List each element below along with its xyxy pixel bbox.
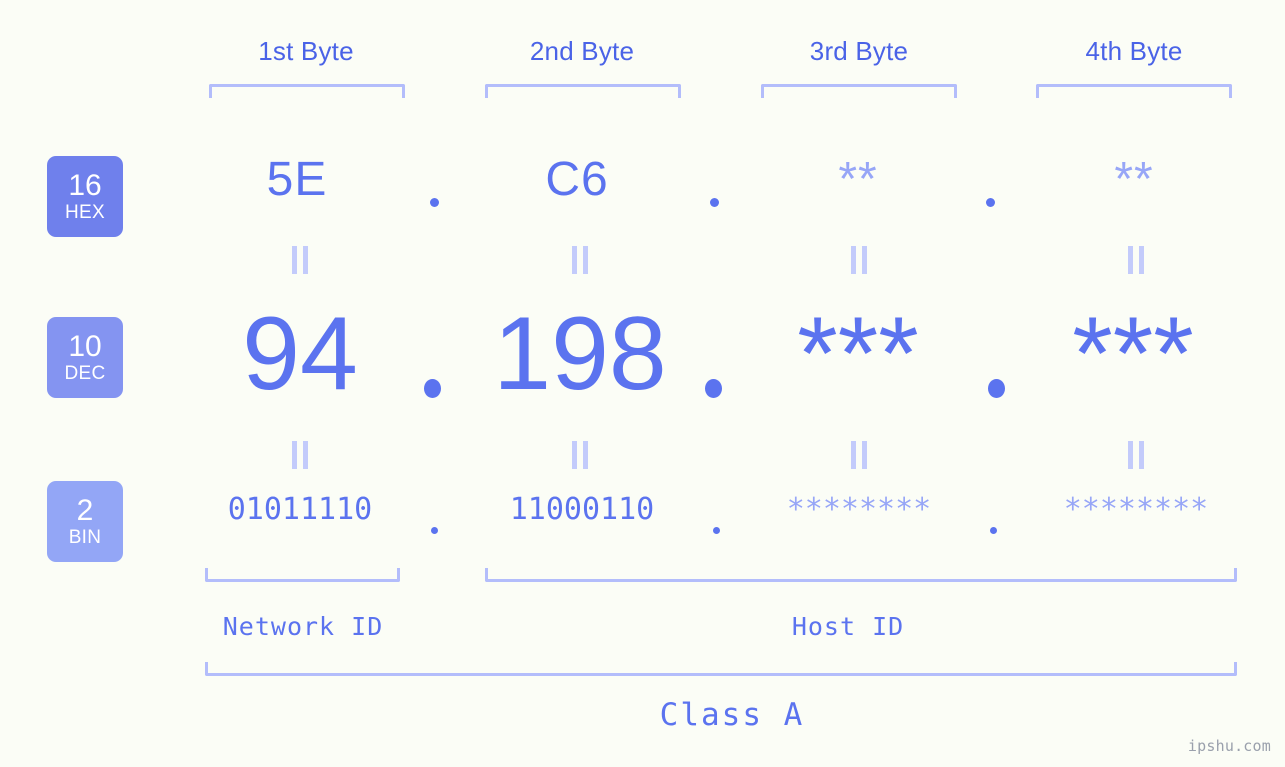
base-badge-hex-name: HEX (65, 202, 105, 223)
host-id-label: Host ID (791, 612, 905, 641)
network-id-label: Network ID (222, 612, 384, 641)
equals-connector-dec-bin-2 (570, 441, 590, 469)
byte-bracket-1 (209, 84, 405, 98)
base-badge-dec-number: 10 (68, 330, 102, 363)
hex-separator-2 (710, 198, 719, 207)
bin-separator-1 (431, 527, 438, 534)
bin-value-byte-4: ******** (1063, 492, 1209, 527)
bin-value-byte-1: 01011110 (227, 492, 373, 527)
equals-connector-dec-bin-4 (1126, 441, 1146, 469)
equals-connector-hex-dec-1 (290, 246, 310, 274)
base-badge-bin-name: BIN (68, 527, 102, 548)
dec-value-byte-4: *** (1072, 296, 1194, 412)
hex-value-byte-4: ** (1114, 153, 1154, 206)
base-badge-bin-number: 2 (76, 494, 94, 527)
hex-value-byte-3: ** (838, 153, 878, 206)
byte-header-2: 2nd Byte (529, 36, 635, 66)
base-badge-dec: 10 DEC (47, 317, 123, 398)
network-id-bracket (205, 568, 400, 582)
equals-connector-hex-dec-3 (849, 246, 869, 274)
dec-separator-1 (424, 379, 441, 398)
bin-value-byte-3: ******** (786, 492, 932, 527)
site-watermark: ipshu.com (1187, 737, 1271, 755)
dec-value-byte-2: 198 (493, 296, 667, 412)
hex-separator-3 (986, 198, 995, 207)
dec-separator-2 (705, 379, 722, 398)
base-badge-dec-name: DEC (64, 363, 106, 384)
byte-header-4: 4th Byte (1085, 36, 1183, 66)
byte-bracket-3 (761, 84, 957, 98)
bin-value-byte-2: 11000110 (509, 492, 655, 527)
bin-separator-2 (713, 527, 720, 534)
hex-value-byte-2: C6 (545, 153, 609, 206)
equals-connector-dec-bin-3 (849, 441, 869, 469)
base-badge-hex-number: 16 (68, 169, 102, 202)
byte-bracket-4 (1036, 84, 1232, 98)
equals-connector-hex-dec-2 (570, 246, 590, 274)
dec-separator-3 (988, 379, 1005, 398)
byte-header-1: 1st Byte (258, 36, 354, 66)
bin-separator-3 (990, 527, 997, 534)
hex-value-byte-1: 5E (266, 153, 328, 206)
equals-connector-hex-dec-4 (1126, 246, 1146, 274)
class-bracket (205, 662, 1237, 676)
base-badge-bin: 2 BIN (47, 481, 123, 562)
base-badge-hex: 16 HEX (47, 156, 123, 237)
hex-separator-1 (430, 198, 439, 207)
ip-breakdown-diagram: 1st Byte 2nd Byte 3rd Byte 4th Byte 16 H… (0, 0, 1285, 767)
class-label: Class A (659, 697, 805, 733)
byte-bracket-2 (485, 84, 681, 98)
dec-value-byte-1: 94 (242, 296, 358, 412)
equals-connector-dec-bin-1 (290, 441, 310, 469)
byte-header-3: 3rd Byte (809, 36, 909, 66)
host-id-bracket (485, 568, 1237, 582)
dec-value-byte-3: *** (797, 296, 919, 412)
